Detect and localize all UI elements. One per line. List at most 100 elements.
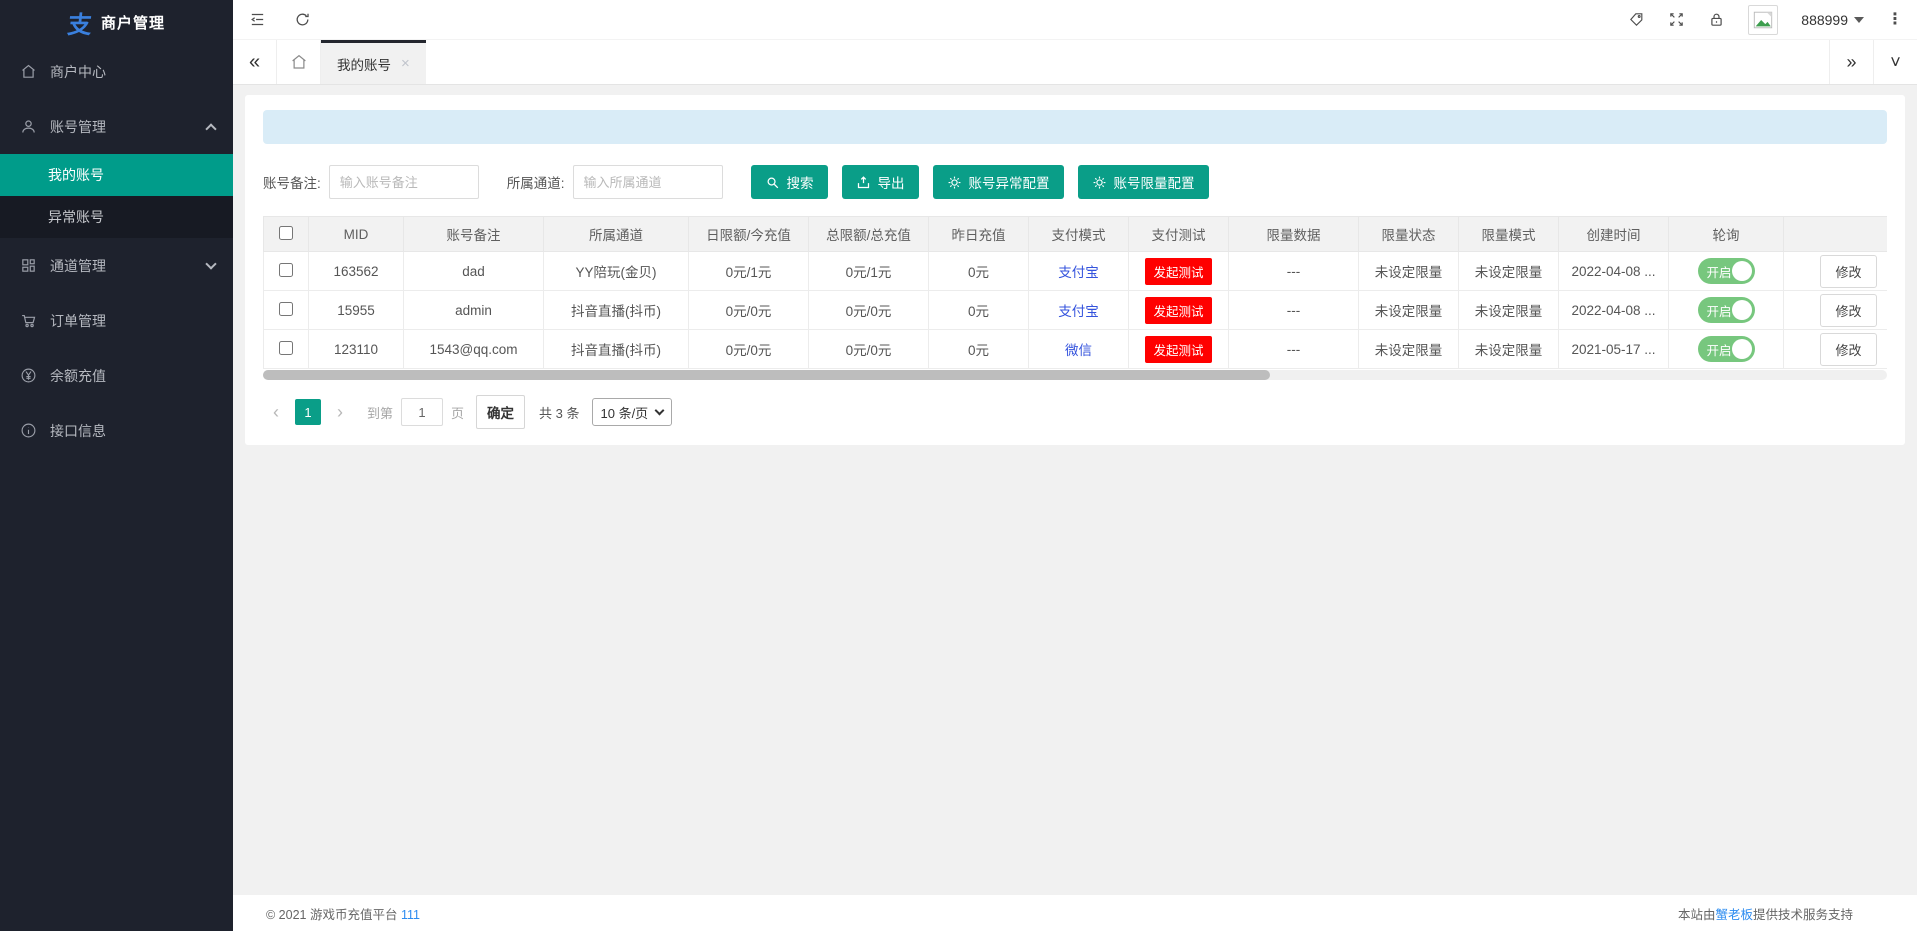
lock-icon[interactable] [1708,11,1725,28]
select-all-checkbox[interactable] [279,226,293,240]
page-number-button[interactable]: 1 [295,399,321,425]
tag-icon[interactable] [1628,11,1645,28]
support-link[interactable]: 蟹老板 [1715,908,1753,922]
copyright-link[interactable]: 111 [401,908,420,922]
sidebar-item-account-mgmt[interactable]: 账号管理 [0,99,233,154]
topbar-right: 888999 ⋮ [1628,5,1917,35]
pay-test-button[interactable]: 发起测试 [1145,297,1211,324]
gear-icon [1092,175,1107,190]
col-header-remark: 账号备注 [404,217,544,252]
tabs-scroll-left-button[interactable]: « [233,40,277,84]
remark-label: 账号备注: [263,172,321,192]
sidebar-item-balance-recharge[interactable]: 余额充值 [0,348,233,403]
sidebar-item-label: 我的账号 [48,165,104,185]
cell-daily-limit: 0元/0元 [689,330,809,369]
pay-mode-link[interactable]: 支付宝 [1058,304,1099,319]
pay-test-button[interactable]: 发起测试 [1145,258,1211,285]
chevron-up-icon [205,123,216,134]
search-button[interactable]: 搜索 [751,165,828,199]
cell-limit-mode: 未设定限量 [1459,252,1559,291]
app-title: 商户管理 [101,12,165,33]
fullscreen-icon[interactable] [1668,11,1685,28]
cell-total-limit: 0元/0元 [809,291,929,330]
pay-test-button[interactable]: 发起测试 [1145,336,1211,363]
account-abnormal-config-button[interactable]: 账号异常配置 [933,165,1064,199]
cell-limit-status: 未设定限量 [1359,291,1459,330]
limit-config-label: 账号限量配置 [1114,172,1195,192]
kebab-menu-icon[interactable]: ⋮ [1887,12,1903,28]
sidebar-item-order-mgmt[interactable]: 订单管理 [0,293,233,348]
avatar[interactable] [1748,5,1778,35]
page-jump-input[interactable] [401,398,443,426]
poll-toggle-label: 开启 [1707,262,1732,281]
main-content: 账号备注: 所属通道: 搜索 导出 [233,85,1917,895]
poll-toggle[interactable]: 开启 [1698,258,1755,284]
row-checkbox[interactable] [279,341,293,355]
cell-daily-limit: 0元/1元 [689,252,809,291]
sidebar-item-channel-mgmt[interactable]: 通道管理 [0,238,233,293]
modify-button[interactable]: 修改 [1820,294,1876,327]
refresh-icon[interactable] [294,11,311,28]
table-header-row: MID 账号备注 所属通道 日限额/今充值 总限额/总充值 昨日充值 支付模式 … [264,217,1888,252]
sidebar: 支 商户管理 商户中心 账号管理 我的账号 异常账号 [0,0,233,931]
user-menu[interactable]: 888999 [1801,12,1864,28]
main-column: 888999 ⋮ « 我的账号 × » ˅ [233,0,1917,931]
cell-limit-data: --- [1229,330,1359,369]
image-placeholder-icon [1752,9,1774,31]
tab-home[interactable] [277,40,321,84]
modify-button[interactable]: 修改 [1820,333,1876,366]
account-limit-config-button[interactable]: 账号限量配置 [1078,165,1209,199]
row-checkbox[interactable] [279,263,293,277]
channel-input[interactable] [573,165,723,199]
tab-my-accounts[interactable]: 我的账号 × [321,40,426,84]
scrollbar-thumb[interactable] [263,370,1270,380]
cell-yesterday: 0元 [929,330,1029,369]
page-size-select[interactable]: 10 条/页 [592,398,673,426]
menu-fold-icon[interactable] [249,11,266,28]
home-icon [290,53,308,71]
poll-toggle[interactable]: 开启 [1698,297,1755,323]
sidebar-submenu: 我的账号 异常账号 [0,154,233,238]
export-button[interactable]: 导出 [842,165,919,199]
content-card: 账号备注: 所属通道: 搜索 导出 [245,95,1905,445]
tabs-more-button[interactable]: » [1829,40,1873,84]
yen-circle-icon [20,367,37,384]
toggle-knob [1732,339,1752,359]
pay-mode-link[interactable]: 支付宝 [1058,265,1099,280]
cell-channel: 抖音直播(抖币) [544,330,689,369]
remark-input[interactable] [329,165,479,199]
cell-created: 2022-04-08 ... [1559,252,1669,291]
sidebar-item-my-accounts[interactable]: 我的账号 [0,154,233,196]
poll-toggle[interactable]: 开启 [1698,336,1755,362]
pay-mode-link[interactable]: 微信 [1065,343,1092,358]
cell-limit-data: --- [1229,291,1359,330]
col-header-pay-mode: 支付模式 [1029,217,1129,252]
cell-limit-mode: 未设定限量 [1459,291,1559,330]
cell-remark: 1543@qq.com [404,330,544,369]
prev-page-button[interactable]: ‹ [263,399,289,425]
accounts-table: MID 账号备注 所属通道 日限额/今充值 总限额/总充值 昨日充值 支付模式 … [263,216,1887,369]
sidebar-item-api-info[interactable]: 接口信息 [0,403,233,458]
row-checkbox[interactable] [279,302,293,316]
horizontal-scrollbar[interactable] [263,370,1887,380]
sidebar-item-label: 余额充值 [50,366,106,386]
filter-toolbar: 账号备注: 所属通道: 搜索 导出 [263,165,1887,199]
page-unit-label: 页 [451,403,464,422]
table-row: 163562 dad YY陪玩(金贝) 0元/1元 0元/1元 0元 支付宝 发… [264,252,1888,291]
sidebar-item-merchant-center[interactable]: 商户中心 [0,44,233,99]
logo-icon: 支 [66,5,94,40]
cell-mid: 15955 [309,291,404,330]
home-icon [20,63,37,80]
col-header-limit-mode: 限量模式 [1459,217,1559,252]
col-header-created: 创建时间 [1559,217,1669,252]
modify-button[interactable]: 修改 [1820,255,1876,288]
pagination: ‹ 1 › 到第 页 确定 共 3 条 10 条/页 [263,395,1887,429]
next-page-button[interactable]: › [327,399,353,425]
confirm-button[interactable]: 确定 [476,395,525,429]
sidebar-item-abnormal-accounts[interactable]: 异常账号 [0,196,233,238]
tab-bar: « 我的账号 × » ˅ [233,40,1917,85]
tabs-dropdown-button[interactable]: ˅ [1873,40,1917,84]
cell-yesterday: 0元 [929,291,1029,330]
goto-label: 到第 [367,403,393,422]
close-icon[interactable]: × [401,55,410,72]
